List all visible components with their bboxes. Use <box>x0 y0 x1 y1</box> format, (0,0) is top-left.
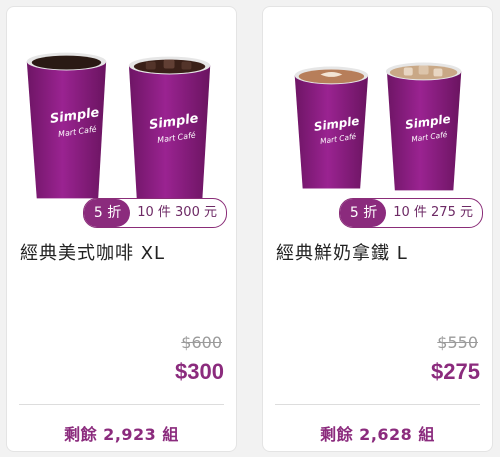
iced-coffee-cup: Simple Mart Café <box>128 56 211 201</box>
original-price: $600 <box>181 333 222 352</box>
bulk-offer-label: 10 件 275 元 <box>393 205 473 220</box>
remaining-stock: 剩餘 2,923 組 <box>64 425 179 444</box>
hot-coffee-cup: Simple Mart Café <box>26 52 107 199</box>
original-price: $550 <box>437 333 478 352</box>
product-image[interactable]: Simple Mart Café Simple Mart Café 5 折 10… <box>263 7 492 235</box>
promo-badge: 5 折 10 件 275 元 <box>338 198 483 228</box>
remaining-stock: 剩餘 2,628 組 <box>320 425 435 444</box>
product-image[interactable]: Simple Mart Café Simple Mart Café 5 折 10… <box>7 7 236 235</box>
bulk-offer-label: 10 件 300 元 <box>137 205 217 220</box>
promo-badge: 5 折 10 件 300 元 <box>82 198 227 228</box>
divider <box>19 404 224 405</box>
latte-cups-image: Simple Mart Café Simple Mart Café <box>294 62 462 191</box>
divider <box>275 404 480 405</box>
coffee-cups-image: Simple Mart Café Simple Mart Café <box>26 52 211 201</box>
discount-label: 5 折 <box>339 199 387 227</box>
iced-latte-cup: Simple Mart Café <box>385 62 462 191</box>
product-grid: Simple Mart Café Simple Mart Café 5 折 10… <box>0 0 500 457</box>
sale-price: $300 <box>175 359 224 384</box>
discount-label: 5 折 <box>83 199 131 227</box>
sale-price: $275 <box>431 359 480 384</box>
hot-latte-cup: Simple Mart Café <box>294 66 369 189</box>
product-name[interactable]: 經典美式咖啡 XL <box>20 239 165 265</box>
product-card[interactable]: Simple Mart Café Simple Mart Café 5 折 10… <box>262 6 493 452</box>
product-card[interactable]: Simple Mart Café Simple Mart Café 5 折 10… <box>6 6 237 452</box>
product-name[interactable]: 經典鮮奶拿鐵 L <box>276 239 408 265</box>
